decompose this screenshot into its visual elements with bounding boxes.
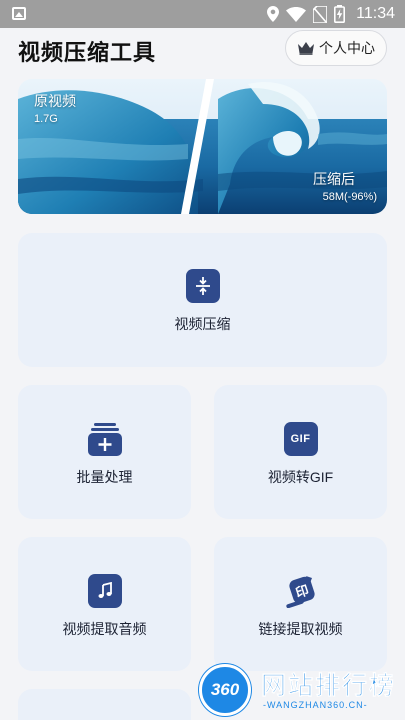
gif-icon: GIF <box>283 422 318 456</box>
link-extract-video-label: 链接提取视频 <box>258 621 343 637</box>
link-extract-video-card[interactable]: 印 链接提取视频 <box>214 537 387 671</box>
original-video-label: 原视频 <box>34 93 76 109</box>
watermark-stamp-icon: 印 <box>284 574 318 608</box>
compressed-video-size: 58M(-96%) <box>322 191 377 203</box>
gallery-notification-icon <box>12 7 26 20</box>
compress-icon <box>185 269 220 303</box>
compression-demo-banner: 原视频 1.7G 压缩后 58M(-96%) <box>18 79 387 214</box>
battery-charging-icon <box>334 5 346 23</box>
clock: 11:34 <box>356 5 395 22</box>
personal-center-button[interactable]: 个人中心 <box>285 30 387 66</box>
no-sim-icon <box>313 5 328 23</box>
more-feature-card[interactable] <box>18 689 191 720</box>
watermark-text: 网站排行榜 <box>261 672 397 701</box>
video-compress-card[interactable]: 视频压缩 <box>18 233 387 367</box>
watermark-subtext: -WANGZHAN360.CN- <box>263 700 368 710</box>
wifi-icon <box>286 6 307 22</box>
personal-center-label: 个人中心 <box>319 40 375 56</box>
extract-audio-label: 视频提取音频 <box>62 621 147 637</box>
batch-process-label: 批量处理 <box>76 469 133 485</box>
video-compress-label: 视频压缩 <box>174 316 231 332</box>
batch-process-card[interactable]: 批量处理 <box>18 385 191 519</box>
video-to-gif-label: 视频转GIF <box>267 469 334 485</box>
video-to-gif-card[interactable]: GIF 视频转GIF <box>214 385 387 519</box>
watermark-logo: 360 <box>199 664 251 716</box>
status-bar: 11:34 <box>0 0 405 28</box>
page-title: 视频压缩工具 <box>18 40 157 65</box>
extract-audio-card[interactable]: 视频提取音频 <box>18 537 191 671</box>
crown-icon <box>298 42 314 55</box>
batch-add-icon <box>87 422 122 456</box>
music-note-icon <box>87 574 122 608</box>
site-watermark: 360 网站排行榜 -WANGZHAN360.CN- <box>195 660 405 720</box>
app-header: 视频压缩工具 个人中心 <box>0 28 405 70</box>
compressed-video-label: 压缩后 <box>313 171 355 187</box>
original-video-size: 1.7G <box>34 113 58 125</box>
location-icon <box>267 6 280 22</box>
